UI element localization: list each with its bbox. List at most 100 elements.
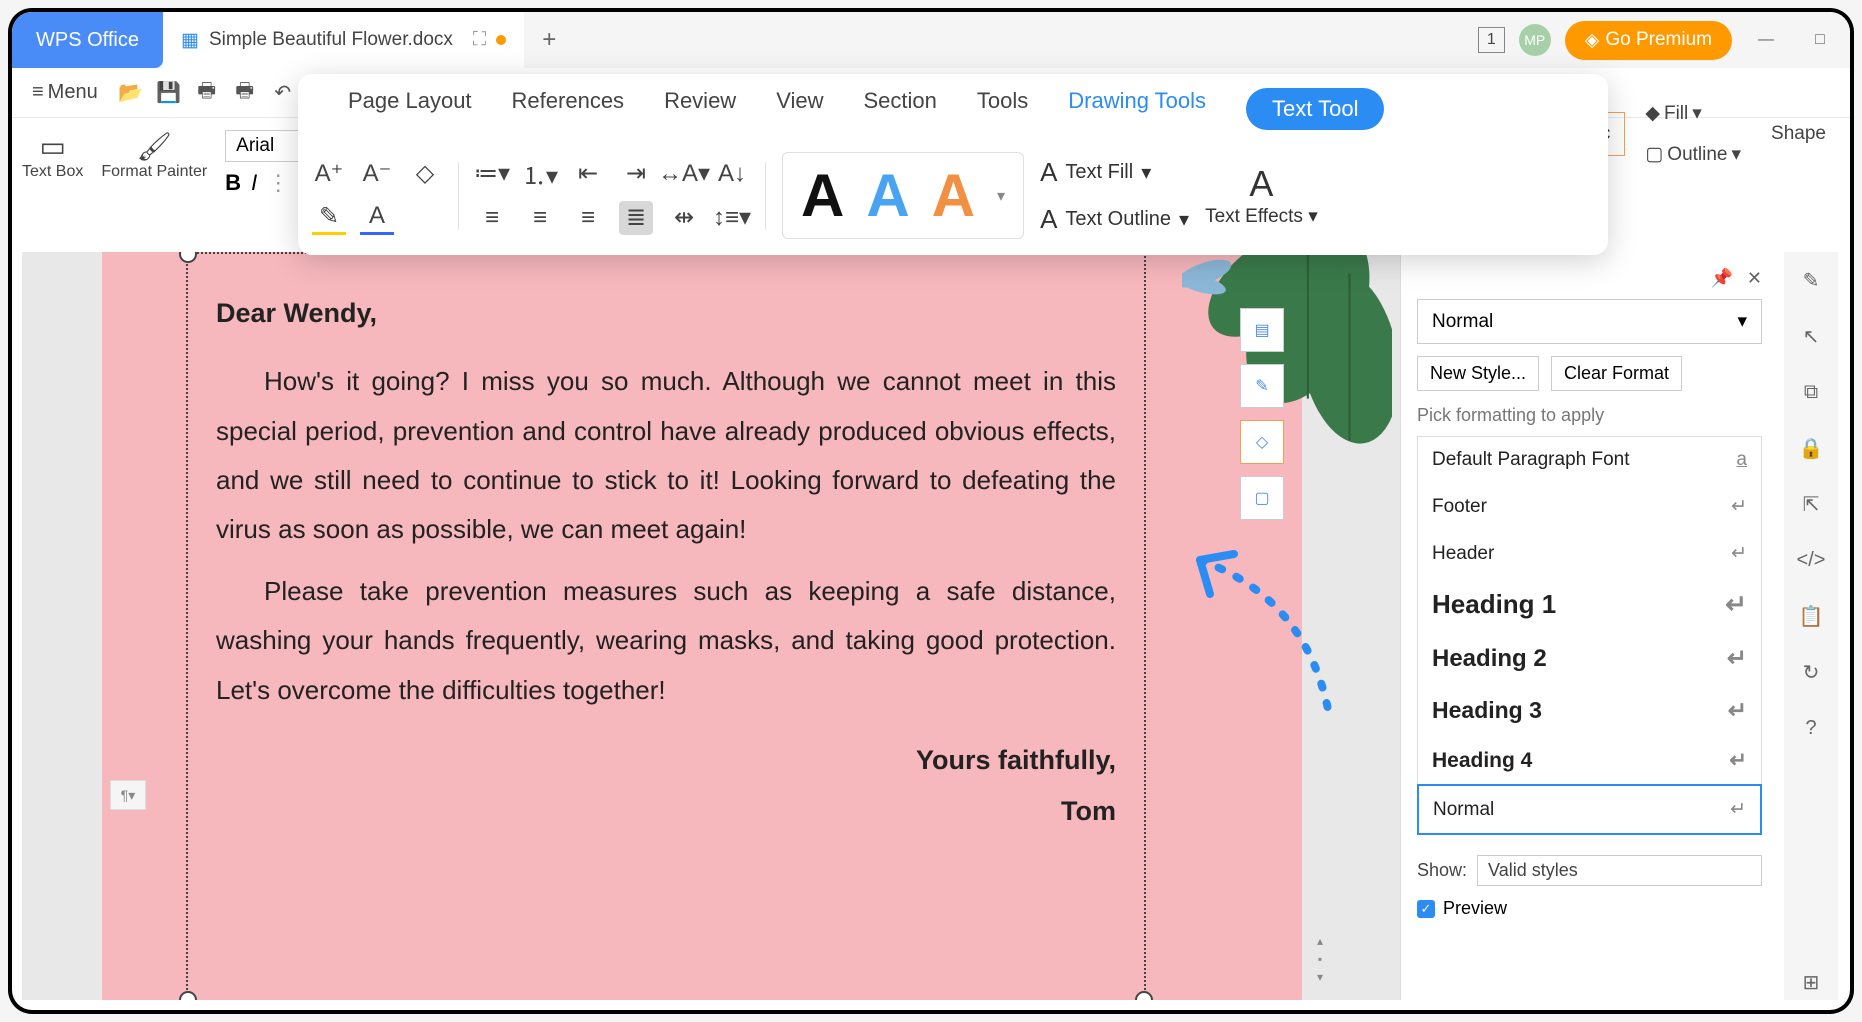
text-direction-icon[interactable]: A↓ bbox=[715, 157, 749, 191]
tab-tools[interactable]: Tools bbox=[977, 88, 1028, 130]
resize-handle[interactable] bbox=[1135, 991, 1153, 1000]
style-normal[interactable]: Normal↵ bbox=[1417, 784, 1762, 835]
font-color-icon[interactable]: A bbox=[360, 201, 394, 235]
text-style-a3[interactable]: A bbox=[932, 161, 975, 230]
style-footer[interactable]: Footer↵ bbox=[1418, 483, 1761, 530]
style-header[interactable]: Header↵ bbox=[1418, 530, 1761, 577]
go-premium-button[interactable]: ◈Go Premium bbox=[1565, 21, 1732, 60]
char-scale-icon[interactable]: ↔A▾ bbox=[667, 157, 701, 191]
pin-icon[interactable]: 📌 bbox=[1710, 268, 1732, 289]
tab-references[interactable]: References bbox=[512, 88, 625, 130]
text-outline-button[interactable]: AText Outline ▾ bbox=[1040, 204, 1189, 235]
text-effects-button[interactable]: A Text Effects ▾ bbox=[1205, 163, 1318, 228]
close-panel-icon[interactable]: ✕ bbox=[1747, 268, 1762, 289]
avatar[interactable]: MP bbox=[1519, 24, 1551, 56]
wrap-inline-icon[interactable]: ▤ bbox=[1240, 308, 1284, 352]
tab-section[interactable]: Section bbox=[864, 88, 937, 130]
numbering-icon[interactable]: ⒈▾ bbox=[523, 157, 557, 191]
print-preview-icon[interactable]: 🖶 bbox=[230, 78, 260, 108]
open-icon[interactable]: 📂 bbox=[116, 78, 146, 108]
leaf-decoration-icon bbox=[1182, 252, 1392, 482]
letter-paragraph-1[interactable]: How's it going? I miss you so much. Alth… bbox=[216, 357, 1116, 555]
tab-drawing-tools[interactable]: Drawing Tools bbox=[1068, 88, 1206, 130]
shape-button[interactable]: Shape bbox=[1761, 117, 1836, 151]
decrease-indent-icon[interactable]: ⇤ bbox=[571, 157, 605, 191]
style-heading-1[interactable]: Heading 1↵ bbox=[1418, 577, 1761, 632]
line-spacing-icon[interactable]: ↕≡▾ bbox=[715, 201, 749, 235]
grow-font-icon[interactable]: A⁺ bbox=[312, 157, 346, 191]
tab-review[interactable]: Review bbox=[664, 88, 736, 130]
document-tab[interactable]: ▦ Simple Beautiful Flower.docx ⛶ bbox=[163, 12, 524, 68]
style-heading-3[interactable]: Heading 3↵ bbox=[1418, 685, 1761, 736]
add-tab-button[interactable]: + bbox=[524, 12, 574, 68]
print-icon[interactable]: 🖶 bbox=[192, 78, 222, 108]
annotation-arrow-icon bbox=[1190, 540, 1370, 740]
window-count-badge[interactable]: 1 bbox=[1478, 27, 1505, 53]
style-heading-2[interactable]: Heading 2↵ bbox=[1418, 632, 1761, 685]
italic-button[interactable]: I bbox=[251, 170, 257, 196]
save-icon[interactable]: 💾 bbox=[154, 78, 184, 108]
highlight-icon[interactable]: ✎ bbox=[312, 201, 346, 235]
fill-button[interactable]: ◆ Fill ▾ bbox=[1635, 96, 1751, 131]
menu-button[interactable]: ≡ Menu bbox=[22, 75, 108, 110]
text-fill-button[interactable]: AText Fill ▾ bbox=[1040, 157, 1189, 188]
paragraph-layout-icon[interactable]: ¶▾ bbox=[110, 780, 146, 810]
styles-list: Default Paragraph Fonta Footer↵ Header↵ … bbox=[1417, 436, 1762, 835]
show-select[interactable]: Valid styles bbox=[1477, 855, 1762, 886]
style-default-paragraph-font[interactable]: Default Paragraph Fonta bbox=[1418, 437, 1761, 483]
maximize-button[interactable]: □ bbox=[1800, 20, 1840, 60]
present-icon[interactable]: ⛶ bbox=[473, 29, 486, 51]
dock-select-icon[interactable]: ↖ bbox=[1793, 318, 1829, 354]
justify-icon[interactable]: ≣ bbox=[619, 201, 653, 235]
resize-handle[interactable] bbox=[179, 991, 197, 1000]
bold-button[interactable]: B bbox=[225, 170, 241, 196]
tab-text-tool[interactable]: Text Tool bbox=[1246, 88, 1384, 130]
preview-checkbox[interactable]: ✓Preview bbox=[1417, 898, 1762, 919]
title-bar: WPS Office ▦ Simple Beautiful Flower.doc… bbox=[12, 12, 1850, 68]
text-frame[interactable]: Dear Wendy, How's it going? I miss you s… bbox=[186, 252, 1146, 1000]
dock-lock-icon[interactable]: 🔒 bbox=[1793, 430, 1829, 466]
style-heading-4[interactable]: Heading 4↵ bbox=[1418, 736, 1761, 785]
letter-signature[interactable]: Tom bbox=[216, 786, 1116, 837]
minimize-button[interactable]: — bbox=[1746, 20, 1786, 60]
align-left-icon[interactable]: ≡ bbox=[475, 201, 509, 235]
shrink-font-icon[interactable]: A⁻ bbox=[360, 157, 394, 191]
dock-share-icon[interactable]: ⇱ bbox=[1793, 486, 1829, 522]
letter-closing[interactable]: Yours faithfully, bbox=[216, 735, 1116, 786]
clear-format-button[interactable]: Clear Format bbox=[1551, 356, 1682, 391]
distributed-icon[interactable]: ⇹ bbox=[667, 201, 701, 235]
wrap-edit-icon[interactable]: ✎ bbox=[1240, 364, 1284, 408]
scrollbar[interactable]: ▴▪▾ bbox=[1312, 934, 1328, 984]
clear-format-icon[interactable]: ◇ bbox=[408, 157, 442, 191]
align-right-icon[interactable]: ≡ bbox=[571, 201, 605, 235]
wrap-behind-icon[interactable]: ▢ bbox=[1240, 476, 1284, 520]
app-tab[interactable]: WPS Office bbox=[12, 12, 163, 68]
dock-clipboard-icon[interactable]: 📋 bbox=[1793, 598, 1829, 634]
text-style-a2[interactable]: A bbox=[866, 161, 909, 230]
dock-history-icon[interactable]: ↻ bbox=[1793, 654, 1829, 690]
increase-indent-icon[interactable]: ⇥ bbox=[619, 157, 653, 191]
dock-copy-icon[interactable]: ⧉ bbox=[1793, 374, 1829, 410]
bullets-icon[interactable]: ≔▾ bbox=[475, 157, 509, 191]
dock-grid-icon[interactable]: ⊞ bbox=[1793, 964, 1829, 1000]
tab-view[interactable]: View bbox=[776, 88, 823, 130]
align-center-icon[interactable]: ≡ bbox=[523, 201, 557, 235]
ribbon-popup: Page Layout References Review View Secti… bbox=[298, 74, 1608, 255]
letter-paragraph-2[interactable]: Please take prevention measures such as … bbox=[216, 567, 1116, 715]
current-style-select[interactable]: Normal▾ bbox=[1417, 299, 1762, 344]
letter-greeting[interactable]: Dear Wendy, bbox=[216, 288, 1116, 339]
styles-panel: 📌 ✕ Normal▾ New Style... Clear Format Pi… bbox=[1400, 252, 1778, 1000]
dock-code-icon[interactable]: </> bbox=[1793, 542, 1829, 578]
text-box-button[interactable]: ▭ Text Box bbox=[22, 130, 83, 181]
outline-button[interactable]: ▢ Outline ▾ bbox=[1635, 137, 1751, 172]
text-style-a1[interactable]: A bbox=[801, 161, 844, 230]
wrap-square-icon[interactable]: ◇ bbox=[1240, 420, 1284, 464]
new-style-button[interactable]: New Style... bbox=[1417, 356, 1539, 391]
more-styles-dropdown[interactable]: ▾ bbox=[997, 186, 1005, 206]
dock-help-icon[interactable]: ? bbox=[1793, 710, 1829, 746]
dock-edit-icon[interactable]: ✎ bbox=[1793, 262, 1829, 298]
undo-icon[interactable]: ↶ bbox=[268, 78, 298, 108]
tab-page-layout[interactable]: Page Layout bbox=[348, 88, 472, 130]
format-painter-button[interactable]: 🖌 Format Painter bbox=[101, 130, 207, 181]
resize-handle[interactable] bbox=[179, 252, 197, 263]
